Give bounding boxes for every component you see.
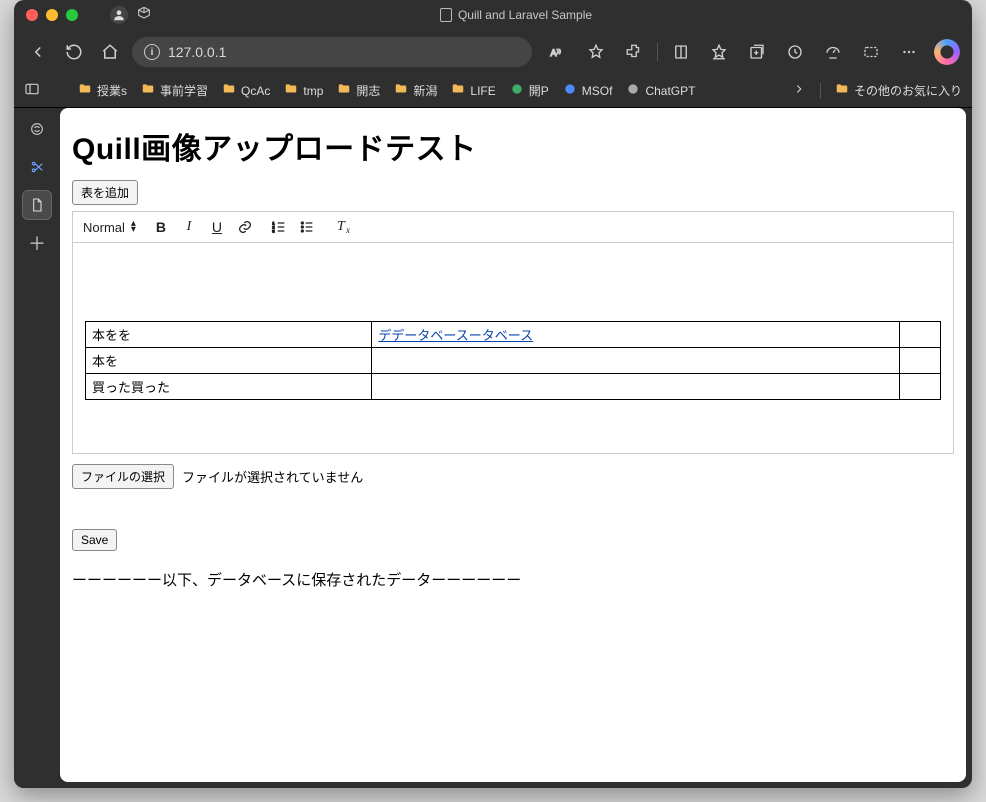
profile-avatar[interactable] — [110, 6, 128, 24]
table-row: 買った買った — [86, 374, 941, 400]
bookmark-item[interactable]: 事前学習 — [141, 82, 208, 99]
table-cell[interactable] — [372, 348, 900, 374]
history-icon[interactable] — [780, 37, 810, 67]
copilot-icon[interactable] — [932, 37, 962, 67]
save-button[interactable]: Save — [72, 529, 117, 551]
browser-window: Quill and Laravel Sample i 127.0.0.1 A⁾⁾ — [14, 0, 972, 788]
table-cell[interactable] — [900, 322, 941, 348]
clear-format-button[interactable]: Tx — [332, 218, 350, 236]
editor-content[interactable]: 本をを デデータベースータベース 本を 買った買った — [73, 243, 953, 453]
browser-toolbar: i 127.0.0.1 A⁾⁾ — [14, 30, 972, 74]
page-icon — [440, 8, 452, 22]
address-url: 127.0.0.1 — [168, 44, 226, 60]
bookmark-item[interactable]: tmp — [284, 82, 323, 99]
sidebar-toggle-icon[interactable] — [24, 81, 40, 100]
page-heading: Quill画像アップロードテスト — [72, 124, 954, 168]
maximize-window-button[interactable] — [66, 9, 78, 21]
add-table-button[interactable]: 表を追加 — [72, 180, 138, 205]
page-content: Quill画像アップロードテスト 表を追加 Normal ▴▾ B I U — [60, 108, 966, 782]
address-bar[interactable]: i 127.0.0.1 — [132, 37, 532, 67]
workspaces-icon[interactable] — [136, 6, 152, 25]
vtab-chatgpt-icon[interactable] — [22, 114, 52, 144]
svg-text:A⁾⁾: A⁾⁾ — [551, 48, 561, 58]
bookmarks-bar: 授業s 事前学習 QcAc tmp 開志 新潟 LIFE 開P MSOf Cha… — [14, 74, 972, 108]
minimize-window-button[interactable] — [46, 9, 58, 21]
refresh-button[interactable] — [60, 38, 88, 66]
table-cell[interactable]: 買った買った — [86, 374, 372, 400]
ordered-list-button[interactable]: 123 — [270, 218, 288, 236]
divider-text: ーーーーーー以下、データベースに保存されたデーターーーーーー — [72, 569, 954, 590]
favorites-bar-icon[interactable] — [704, 37, 734, 67]
link-button[interactable] — [236, 218, 254, 236]
editor-table[interactable]: 本をを デデータベースータベース 本を 買った買った — [85, 321, 941, 400]
bookmark-item[interactable]: MSOf — [563, 82, 613, 99]
window-title: Quill and Laravel Sample — [160, 8, 872, 22]
table-row: 本を — [86, 348, 941, 374]
table-cell[interactable] — [900, 374, 941, 400]
close-window-button[interactable] — [26, 9, 38, 21]
table-link[interactable]: デデータベースータベース — [378, 328, 533, 343]
table-row: 本をを デデータベースータベース — [86, 322, 941, 348]
file-select-button[interactable]: ファイルの選択 — [72, 464, 174, 489]
read-aloud-icon[interactable]: A⁾⁾ — [543, 37, 573, 67]
underline-button[interactable]: U — [208, 218, 226, 236]
vtab-scissors-icon[interactable] — [22, 152, 52, 182]
window-controls — [26, 9, 78, 21]
bullet-list-button[interactable] — [298, 218, 316, 236]
table-cell[interactable]: 本を — [86, 348, 372, 374]
table-cell[interactable]: 本をを — [86, 322, 372, 348]
quill-editor: Normal ▴▾ B I U — [72, 211, 954, 454]
bookmark-overflow-folder[interactable]: その他のお気に入り — [835, 82, 962, 99]
new-tab-button[interactable]: ＋ — [22, 228, 52, 258]
reading-list-icon[interactable] — [666, 37, 696, 67]
more-icon[interactable] — [894, 37, 924, 67]
bookmark-item[interactable]: 開志 — [337, 82, 380, 99]
format-picker[interactable]: Normal ▴▾ — [83, 220, 136, 235]
table-cell[interactable] — [900, 348, 941, 374]
bookmark-item[interactable]: ChatGPT — [626, 82, 695, 99]
bookmark-item[interactable]: LIFE — [451, 82, 495, 99]
bold-button[interactable]: B — [152, 218, 170, 236]
svg-text:3: 3 — [272, 228, 275, 233]
back-button[interactable] — [24, 38, 52, 66]
file-status-text: ファイルが選択されていません — [182, 467, 363, 486]
titlebar: Quill and Laravel Sample — [14, 0, 972, 30]
bookmark-item[interactable]: 開P — [510, 82, 549, 99]
format-label: Normal — [83, 220, 125, 235]
italic-button[interactable]: I — [180, 218, 198, 236]
extensions-icon[interactable] — [619, 37, 649, 67]
bookmark-item[interactable]: QcAc — [222, 82, 270, 99]
table-cell[interactable]: デデータベースータベース — [372, 322, 900, 348]
bookmarks-overflow-chevron[interactable] — [792, 82, 806, 99]
collections-icon[interactable] — [742, 37, 772, 67]
bookmark-item[interactable]: 新潟 — [394, 82, 437, 99]
performance-icon[interactable] — [818, 37, 848, 67]
screenshot-icon[interactable] — [856, 37, 886, 67]
site-info-icon[interactable]: i — [144, 44, 160, 60]
table-cell[interactable] — [372, 374, 900, 400]
vtab-current-page-icon[interactable] — [22, 190, 52, 220]
bookmark-item[interactable]: 授業s — [78, 82, 127, 99]
favorite-icon[interactable] — [581, 37, 611, 67]
vertical-tab-strip: ＋ — [14, 108, 60, 788]
window-title-text: Quill and Laravel Sample — [458, 8, 592, 22]
editor-toolbar: Normal ▴▾ B I U — [73, 212, 953, 243]
home-button[interactable] — [96, 38, 124, 66]
